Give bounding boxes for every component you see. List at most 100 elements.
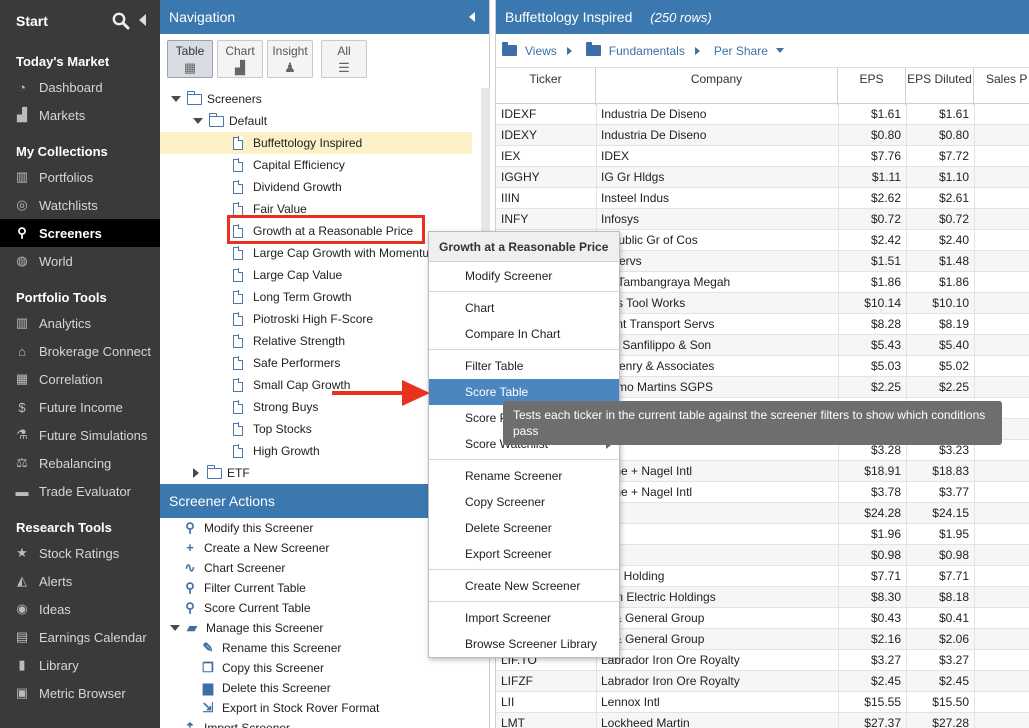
action-filter-current-table[interactable]: ⚲ Filter Current Table xyxy=(182,578,306,598)
search-icon[interactable] xyxy=(112,12,130,33)
start-label[interactable]: Start xyxy=(16,13,48,29)
tree-item-long-term-growth[interactable]: Long Term Growth xyxy=(233,286,352,308)
sidebar-item-rebalancing[interactable]: ⚖ Rebalancing xyxy=(0,449,160,477)
menu-item-filter-table[interactable]: Filter Table xyxy=(429,353,619,379)
sidebar-item-future-simulations[interactable]: ⚗ Future Simulations xyxy=(0,421,160,449)
tree-item-top-stocks[interactable]: Top Stocks xyxy=(233,418,312,440)
action-chart-screener[interactable]: ∿ Chart Screener xyxy=(182,558,286,578)
sidebar-item-markets[interactable]: ▟ Markets xyxy=(0,101,160,129)
action-import-screener[interactable]: ⇡ Import Screener xyxy=(182,718,291,728)
sidebar-item-screeners[interactable]: ⚲ Screeners xyxy=(0,219,160,247)
column-header-eps-diluted[interactable]: EPS Diluted xyxy=(906,68,974,105)
collapse-sidebar-icon[interactable] xyxy=(139,14,146,26)
sidebar-item-brokerage-connect[interactable]: ⌂ Brokerage Connect xyxy=(0,337,160,365)
globe-icon: ◍ xyxy=(16,253,28,268)
tree-folder-default[interactable]: Default xyxy=(193,110,267,132)
tree-item-capital-efficiency[interactable]: Capital Efficiency xyxy=(233,154,345,176)
menu-item-create-new-screener[interactable]: Create New Screener xyxy=(429,573,619,599)
sidebar-item-world[interactable]: ◍ World xyxy=(0,247,160,275)
collapse-panel-icon[interactable] xyxy=(469,12,475,22)
menu-item-modify-screener[interactable]: Modify Screener xyxy=(429,263,619,289)
action-create-a-new-screener[interactable]: + Create a New Screener xyxy=(182,538,329,558)
table-row[interactable]: IDEXY Industria De Diseno $0.80 $0.80 xyxy=(496,125,1029,146)
tree-item-strong-buys[interactable]: Strong Buys xyxy=(233,396,318,418)
caret-down-icon[interactable] xyxy=(193,118,203,124)
tab-chart[interactable]: Chart ▟ xyxy=(217,40,263,78)
sidebar-item-metric-browser[interactable]: ▣ Metric Browser xyxy=(0,679,160,707)
sidebar-item-alerts[interactable]: ◭ Alerts xyxy=(0,567,160,595)
tab-label: Chart xyxy=(225,44,255,58)
cell-eps: $10.14 xyxy=(864,296,901,310)
table-row[interactable]: LII Lennox Intl $15.55 $15.50 xyxy=(496,692,1029,713)
cell-ticker: LIFZF xyxy=(501,674,533,688)
chart-icon: ▟ xyxy=(235,60,245,75)
action-score-current-table[interactable]: ⚲ Score Current Table xyxy=(182,598,310,618)
caret-right-icon[interactable] xyxy=(193,468,199,478)
caret-down-icon[interactable] xyxy=(170,625,180,631)
navigation-tabs: Table ▦ Chart ▟ Insight ♟ All ☰ xyxy=(160,34,489,82)
export-icon: ⇲ xyxy=(202,700,214,715)
action-modify-this-screener[interactable]: ⚲ Modify this Screener xyxy=(182,518,313,538)
column-header-eps[interactable]: EPS xyxy=(838,68,906,105)
menu-item-export-screener[interactable]: Export Screener xyxy=(429,541,619,567)
sidebar-item-dashboard[interactable]: ◔ Dashboard xyxy=(0,73,160,101)
table-row[interactable]: IGGHY IG Gr Hldgs $1.11 $1.10 xyxy=(496,167,1029,188)
cell-eps: $1.11 xyxy=(871,170,901,184)
sidebar-item-future-income[interactable]: $ Future Income xyxy=(0,393,160,421)
tree-item-relative-strength[interactable]: Relative Strength xyxy=(233,330,345,352)
column-header-company[interactable]: Company xyxy=(596,68,838,105)
fundamentals-menu[interactable]: Fundamentals xyxy=(585,42,700,58)
per-share-menu[interactable]: Per Share xyxy=(714,44,784,58)
table-row[interactable]: IIIN Insteel Indus $2.62 $2.61 xyxy=(496,188,1029,209)
table-row[interactable]: IEX IDEX $7.76 $7.72 xyxy=(496,146,1029,167)
cell-eps-diluted: $0.41 xyxy=(938,611,969,625)
sidebar-item-correlation[interactable]: ▦ Correlation xyxy=(0,365,160,393)
action-export-in-stock-rover-format[interactable]: ⇲ Export in Stock Rover Format xyxy=(200,698,380,718)
table-row[interactable]: LMT Lockheed Martin $27.37 $27.28 xyxy=(496,713,1029,728)
menu-item-compare-in-chart[interactable]: Compare In Chart xyxy=(429,321,619,347)
cell-eps-diluted: $1.48 xyxy=(938,254,969,268)
table-row[interactable]: IDEXF Industria De Diseno $1.61 $1.61 xyxy=(496,104,1029,125)
sidebar-item-earnings-calendar[interactable]: ▤ Earnings Calendar xyxy=(0,623,160,651)
menu-item-rename-screener[interactable]: Rename Screener xyxy=(429,463,619,489)
tab-table[interactable]: Table ▦ xyxy=(167,40,213,78)
tree-item-large-cap-value[interactable]: Large Cap Value xyxy=(233,264,342,286)
action-copy-this-screener[interactable]: ❐ Copy this Screener xyxy=(200,658,324,678)
tree-item-safe-performers[interactable]: Safe Performers xyxy=(233,352,340,374)
tree-item-dividend-growth[interactable]: Dividend Growth xyxy=(233,176,342,198)
sidebar-item-analytics[interactable]: ▥ Analytics xyxy=(0,309,160,337)
menu-item-delete-screener[interactable]: Delete Screener xyxy=(429,515,619,541)
table-row[interactable]: LIFZF Labrador Iron Ore Royalty $2.45 $2.45 xyxy=(496,671,1029,692)
action-manage-this-screener[interactable]: ▰ Manage this Screener xyxy=(170,618,323,638)
menu-item-copy-screener[interactable]: Copy Screener xyxy=(429,489,619,515)
cell-eps: $0.98 xyxy=(870,548,901,562)
caret-down-icon[interactable] xyxy=(171,96,181,102)
menu-item-label: Modify Screener xyxy=(465,269,553,283)
action-rename-this-screener[interactable]: ✎ Rename this Screener xyxy=(200,638,342,658)
views-menu[interactable]: Views xyxy=(502,42,572,58)
table-row[interactable]: INFY Infosys $0.72 $0.72 xyxy=(496,209,1029,230)
tree-item-piotroski-high-f-score[interactable]: Piotroski High F-Score xyxy=(233,308,373,330)
tree-folder-screeners[interactable]: Screeners xyxy=(171,88,262,110)
tab-insight[interactable]: Insight ♟ xyxy=(267,40,313,78)
cell-eps-diluted: $1.95 xyxy=(938,527,969,541)
column-header-sales[interactable]: Sales P xyxy=(974,68,1029,105)
sidebar-item-stock-ratings[interactable]: ★ Stock Ratings xyxy=(0,539,160,567)
menu-item-chart[interactable]: Chart xyxy=(429,295,619,321)
sidebar-item-ideas[interactable]: ◉ Ideas xyxy=(0,595,160,623)
tab-all[interactable]: All ☰ xyxy=(321,40,367,78)
tree-item-high-growth[interactable]: High Growth xyxy=(233,440,320,462)
column-header-ticker[interactable]: Ticker xyxy=(496,68,596,105)
action-delete-this-screener[interactable]: ▆ Delete this Screener xyxy=(200,678,331,698)
tree-item-large-cap-growth-with-momentum[interactable]: Large Cap Growth with Momentum xyxy=(233,242,439,264)
menu-item-browse-screener-library[interactable]: Browse Screener Library xyxy=(429,631,619,657)
sidebar-item-portfolios[interactable]: ▥ Portfolios xyxy=(0,163,160,191)
tree-folder-etf[interactable]: ETF xyxy=(193,462,250,484)
sidebar-item-watchlists[interactable]: ◎ Watchlists xyxy=(0,191,160,219)
sidebar-item-trade-evaluator[interactable]: ▬ Trade Evaluator xyxy=(0,477,160,505)
action-label: Modify this Screener xyxy=(204,521,314,535)
sidebar-item-library[interactable]: ▮ Library xyxy=(0,651,160,679)
tree-item-buffettology-inspired[interactable]: Buffettology Inspired xyxy=(160,132,472,154)
menu-item-import-screener[interactable]: Import Screener xyxy=(429,605,619,631)
table-column-headers: Ticker Company EPS EPS Diluted Sales P xyxy=(496,67,1029,105)
